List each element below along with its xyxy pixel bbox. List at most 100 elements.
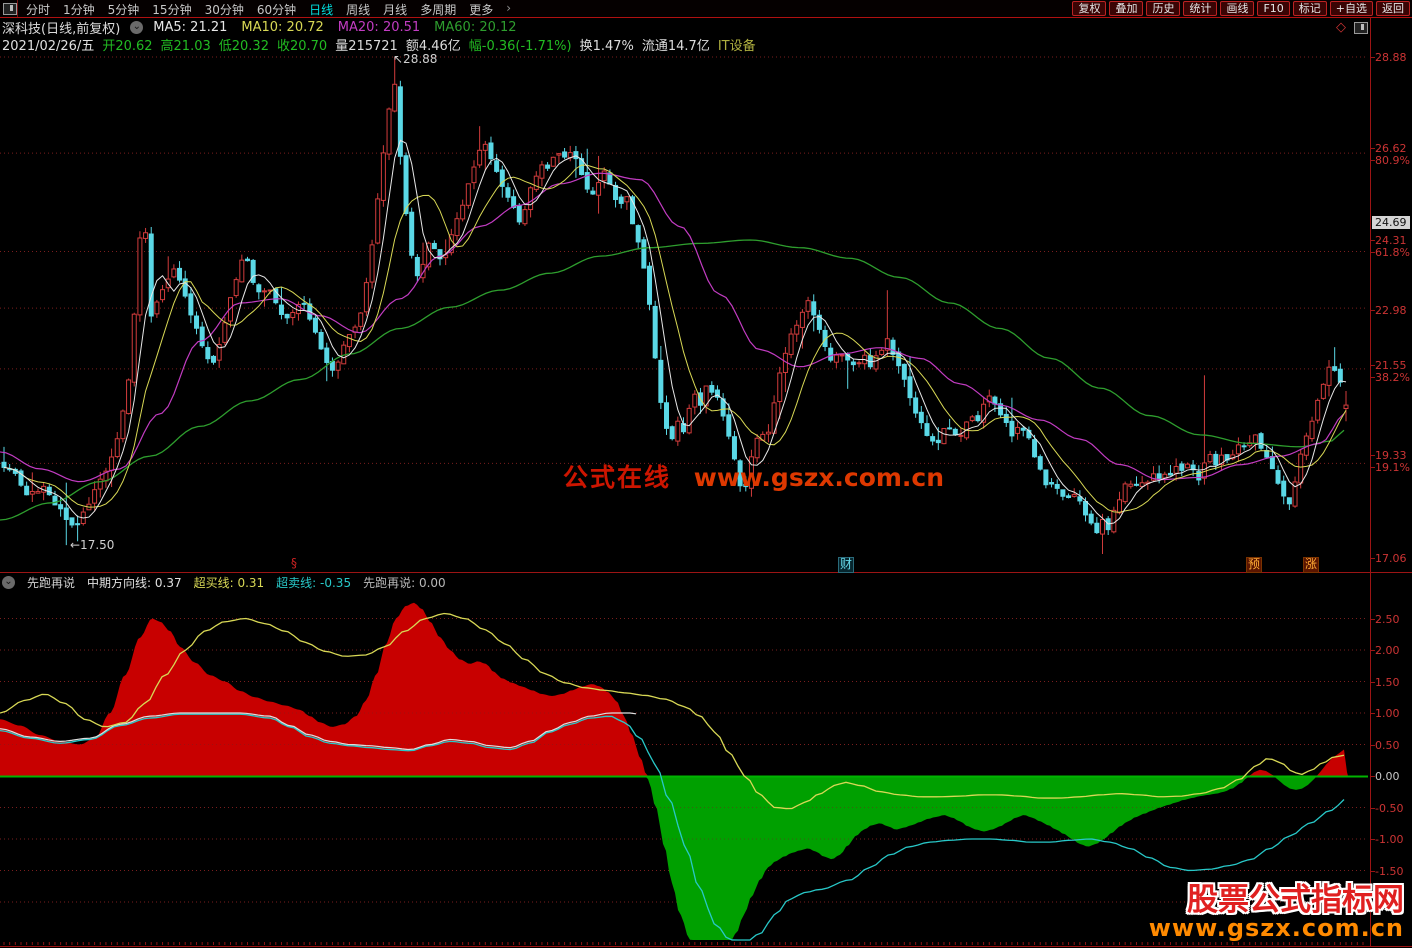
toolbar-button-7[interactable]: 标记 [1293, 1, 1327, 16]
quote-field-8: 幅-0.36(-1.71%) [469, 35, 572, 51]
indicator-axis-label-3: 1.50 [1375, 676, 1400, 689]
window-icon[interactable] [3, 3, 17, 15]
price-axis-tick-10 [1370, 455, 1375, 456]
toolbar-button-9[interactable]: 返回 [1376, 1, 1410, 16]
price-axis-tick-3 [1370, 160, 1375, 161]
toolbar-button-2[interactable]: 叠加 [1109, 1, 1143, 16]
price-axis-label-6: 61.8% [1375, 246, 1410, 259]
mini-window-icon[interactable] [1354, 22, 1368, 34]
quote-field-10: 流通14.7亿 [642, 35, 710, 51]
corner-watermark: 股票公式指标网 www.gszx.com.cn [1149, 885, 1404, 940]
ma-value-2: MA10: 20.72 [241, 20, 323, 35]
indicator-axis-tick-5 [1370, 745, 1375, 746]
main-price-chart[interactable] [0, 52, 1412, 572]
period-menu: 分时 1分钟 5分钟 15分钟 30分钟 60分钟日线周线月线多周期更多 › [26, 1, 511, 18]
menu-item-5[interactable]: 30分钟 [205, 1, 244, 18]
menu-item-1[interactable]: 分时 [26, 1, 50, 18]
event-marker-3[interactable]: 预 [1246, 557, 1262, 573]
event-marker-2[interactable]: 财 [838, 557, 854, 573]
price-axis-label-11: 19.1% [1375, 461, 1410, 474]
center-watermark: 公式在线 www.gszx.com.cn [563, 458, 944, 494]
toolbar-button-5[interactable]: 画线 [1220, 1, 1254, 16]
price-axis-label-1: 28.88 [1375, 51, 1407, 64]
indicator-axis-tick-7 [1370, 808, 1375, 809]
collapse-chart-icon[interactable]: ⌄ [130, 21, 143, 34]
indicator-axis-tick-6 [1370, 776, 1375, 777]
menu-item-9[interactable]: 月线 [383, 1, 407, 18]
price-axis-label-7: 22.98 [1375, 304, 1407, 317]
price-axis-tick-8 [1370, 365, 1375, 366]
indicator-axis-tick-3 [1370, 682, 1375, 683]
menu-item-7[interactable]: 日线 [309, 1, 333, 18]
price-axis-label-4: 24.69 [1372, 216, 1410, 229]
menu-more-chevron-icon[interactable]: › [506, 1, 511, 18]
toolbar-button-6[interactable]: F10 [1257, 1, 1289, 16]
indicator-field-3: 超买线: 0.31 [194, 574, 265, 591]
title-icons: ◇ [1336, 20, 1368, 35]
indicator-axis-label-7: -0.50 [1375, 802, 1403, 815]
trading-app-window: 分时 1分钟 5分钟 15分钟 30分钟 60分钟日线周线月线多周期更多 › 复权叠加历史统… [0, 0, 1412, 948]
ma-value-1: MA5: 21.21 [153, 20, 227, 35]
indicator-axis-label-8: -1.00 [1375, 833, 1403, 846]
title-row: 深科技(日线,前复权) ⌄ MA5: 21.21 MA10: 20.72 MA20:… [2, 19, 517, 35]
indicator-axis-label-4: 1.00 [1375, 707, 1400, 720]
collapse-indicator-icon[interactable]: ⌄ [2, 576, 15, 589]
toolbar-button-4[interactable]: 统计 [1183, 1, 1217, 16]
period-menubar: 分时 1分钟 5分钟 15分钟 30分钟 60分钟日线周线月线多周期更多 › 复权叠加历史统… [0, 0, 1412, 18]
price-axis-tick-9 [1370, 377, 1375, 378]
diamond-marker-icon[interactable]: ◇ [1336, 20, 1346, 35]
watermark-brand: 公式在线 [563, 463, 671, 492]
ma-value-3: MA20: 20.51 [338, 20, 420, 35]
indicator-axis-tick-2 [1370, 650, 1375, 651]
indicator-axis-tick-4 [1370, 713, 1375, 714]
indicator-header: ⌄ 先跑再说中期方向线: 0.37 超买线: 0.31 超卖线: -0.35 先跑再说… [2, 574, 446, 590]
menu-item-6[interactable]: 60分钟 [257, 1, 296, 18]
quote-field-1: 2021/02/26/五 [2, 35, 94, 51]
toolbar-button-8[interactable]: +自选 [1330, 1, 1373, 16]
quote-field-6: 量215721 [335, 35, 398, 51]
quote-field-2: 开20.62 [102, 35, 152, 51]
quote-field-4: 低20.32 [219, 35, 269, 51]
indicator-axis-tick-8 [1370, 839, 1375, 840]
menu-divider [17, 0, 18, 17]
quote-field-5: 收20.70 [277, 35, 327, 51]
menu-item-3[interactable]: 5分钟 [108, 1, 140, 18]
quote-field-11: IT设备 [718, 35, 756, 51]
toolbar-button-3[interactable]: 历史 [1146, 1, 1180, 16]
price-axis-label-9: 38.2% [1375, 371, 1410, 384]
indicator-axis-tick-9 [1370, 871, 1375, 872]
event-marker-4[interactable]: 涨 [1303, 557, 1319, 573]
indicator-axis-tick-1 [1370, 619, 1375, 620]
indicator-axis-label-2: 2.00 [1375, 644, 1400, 657]
toolbar-button-1[interactable]: 复权 [1072, 1, 1106, 16]
watermark-url: www.gszx.com.cn [694, 463, 944, 492]
price-axis-label-3: 80.9% [1375, 154, 1410, 167]
event-marker-1[interactable]: § [287, 557, 301, 571]
price-axis-tick-6 [1370, 252, 1375, 253]
quote-field-9: 换1.47% [580, 35, 634, 51]
peak-price-annotation: ↖28.88 [393, 52, 437, 66]
indicator-axis-label-1: 2.50 [1375, 613, 1400, 626]
price-axis-tick-12 [1370, 558, 1375, 559]
toolbar-buttons: 复权叠加历史统计画线F10 标记+自选返回 [1072, 1, 1410, 16]
ma-value-4: MA60: 20.12 [434, 20, 516, 35]
menu-item-10[interactable]: 多周期 [420, 1, 456, 18]
indicator-field-4: 超卖线: -0.35 [276, 574, 351, 591]
ma-values: MA5: 21.21 MA10: 20.72 MA20: 20.51 MA60: 20… [153, 20, 516, 35]
menu-item-4[interactable]: 15分钟 [152, 1, 191, 18]
menu-item-8[interactable]: 周线 [346, 1, 370, 18]
watermark-site-name: 股票公式指标网 [1149, 885, 1404, 916]
daily-quote-row: 2021/02/26/五开20.62 高21.03 低20.32 收20.70 量215… [2, 35, 756, 51]
stock-title: 深科技(日线,前复权) [2, 18, 120, 37]
indicator-axis-label-6: 0.00 [1375, 770, 1400, 783]
indicator-field-2: 中期方向线: 0.37 [87, 574, 182, 591]
quote-field-3: 高21.03 [161, 35, 211, 51]
price-axis-tick-1 [1370, 57, 1375, 58]
price-axis-tick-5 [1370, 240, 1375, 241]
price-axis-tick-2 [1370, 148, 1375, 149]
price-axis-tick-7 [1370, 310, 1375, 311]
indicator-field-5: 先跑再说: 0.00 [363, 574, 446, 591]
indicator-field-1: 先跑再说 [27, 574, 75, 591]
menu-item-2[interactable]: 1分钟 [63, 1, 95, 18]
menu-item-11[interactable]: 更多 [469, 1, 493, 18]
